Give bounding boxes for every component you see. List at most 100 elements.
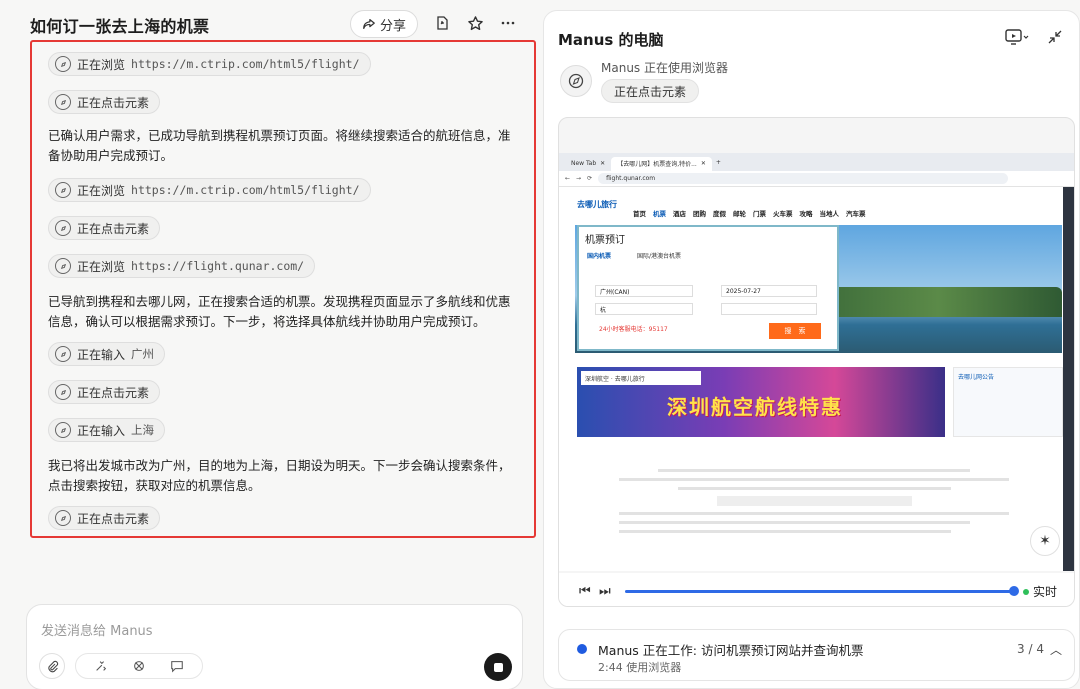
step-arg: https://m.ctrip.com/html5/flight/ [131,57,360,71]
step-arg: 上海 [131,423,155,437]
playback-progress[interactable] [625,590,1015,593]
composer-tools [75,653,203,679]
skip-back-icon[interactable]: ⏮ [579,584,591,599]
playback-handle[interactable] [1009,586,1019,596]
step-browse[interactable]: 正在浏览 https://flight.qunar.com/ [48,254,316,278]
nav-item[interactable]: 邮轮 [733,208,746,218]
assistant-message: 我已将出发城市改为广州，目的地为上海，日期设为明天。下一步会确认搜索条件，点击搜… [48,458,511,493]
stop-button[interactable] [484,653,512,681]
assistant-message: 已导航到携程和去哪儿网，正在搜索合适的机票。发现携程页面显示了多航线和优惠信息，… [48,294,511,329]
hero-image: 机票预订 国内机票 国际/港澳台机票 广州(CAN) 2025-07-27 杭 … [575,225,1062,353]
nav-item[interactable]: 门票 [753,208,766,218]
new-tab-icon[interactable]: + [716,159,721,166]
screen-icon[interactable] [1005,29,1029,45]
sparkle-icon[interactable]: ✶ [1030,526,1060,556]
back-icon[interactable]: ← [565,175,570,182]
search-button[interactable]: 搜 索 [769,323,821,339]
browser-tabbar: New Tab ✕ 【去哪儿网】机票查询,特价... ✕ + [559,153,1074,171]
browser-window: New Tab ✕ 【去哪儿网】机票查询,特价... ✕ + ← → ⟳ fligh… [559,153,1074,571]
close-icon[interactable]: ✕ [701,160,706,167]
status-time: 2:44 使用浏览器 [598,659,681,675]
agent-action: 正在点击元素 [601,79,700,103]
notice-title: 去哪儿网公告 [958,374,995,381]
more-icon[interactable] [498,13,518,33]
compass-icon [55,510,71,526]
step-browse[interactable]: 正在浏览 https://m.ctrip.com/html5/flight/ [48,178,371,202]
nav-item[interactable]: 机票 [653,208,666,218]
message-composer[interactable]: 发送消息给 Manus [26,604,523,689]
browser-tab-active[interactable]: 【去哪儿网】机票查询,特价... ✕ [611,156,712,171]
computer-toolbar [1005,29,1063,45]
agent-avatar [560,65,592,97]
nav-item[interactable]: 当地人 [820,208,840,218]
step-action: 正在浏览 [77,57,126,72]
compass-icon [55,384,71,400]
status-time-label: 使用浏览器 [626,661,682,674]
step-browse[interactable]: 正在浏览 https://m.ctrip.com/html5/flight/ [48,52,371,76]
stop-icon [493,662,503,672]
share-button[interactable]: 分享 [350,10,418,38]
banner-logo: 深圳航空 · 去哪儿旅行 [581,371,701,385]
activity-log: 正在浏览 https://m.ctrip.com/html5/flight/ 正… [30,40,536,538]
site-logo[interactable]: 去哪儿旅行 [577,199,617,210]
promo-banner[interactable]: 深圳航空 · 去哪儿旅行 深圳航空航线特惠 [577,367,945,437]
star-icon[interactable] [465,13,485,33]
to-city-input[interactable]: 杭 [595,303,693,315]
chevron-up-icon[interactable]: ︿ [1050,641,1062,658]
live-indicator[interactable]: 实时 [1023,583,1057,600]
computer-pane: Manus 的电脑 Manus 正在使用浏览器 正在点击元素 New Tab ✕ … [543,10,1080,689]
step-action: 正在输入 [77,347,126,362]
connector-icon[interactable] [94,659,108,673]
step-action: 正在点击元素 [77,221,150,236]
composer-placeholder[interactable]: 发送消息给 Manus [41,620,153,639]
step-type[interactable]: 正在输入 上海 [48,418,166,442]
step-click[interactable]: 正在点击元素 [48,380,161,404]
share-label: 分享 [379,18,406,34]
browser-screenshot: New Tab ✕ 【去哪儿网】机票查询,特价... ✕ + ← → ⟳ fligh… [558,117,1075,607]
chat-bubble-icon[interactable] [170,659,184,673]
compass-icon [55,182,71,198]
chat-title: 如何订一张去上海的机票 [30,17,210,36]
nav-item[interactable]: 汽车票 [846,208,866,218]
return-date-input[interactable] [721,303,817,315]
browser-tab[interactable]: New Tab ✕ [565,157,611,171]
nav-item[interactable]: 首页 [633,208,646,218]
collapse-icon[interactable] [1047,29,1063,45]
reload-icon[interactable]: ⟳ [587,175,592,182]
status-time-value: 2:44 [598,661,623,674]
booking-form: 机票预订 国内机票 国际/港澳台机票 广州(CAN) 2025-07-27 杭 … [577,225,839,351]
step-type[interactable]: 正在输入 广州 [48,342,166,366]
nav-item[interactable]: 火车票 [773,208,793,218]
qunar-page: 去哪儿旅行 首页 机票 酒店 团购 度假 邮轮 门票 火车票 攻略 当地人 汽车… [559,187,1074,571]
step-click[interactable]: 正在点击元素 [48,506,161,530]
integrations-icon[interactable] [132,659,146,673]
date-input[interactable]: 2025-07-27 [721,285,817,297]
url-field[interactable]: flight.qunar.com [598,173,1009,184]
step-click[interactable]: 正在点击元素 [48,216,161,240]
nav-item[interactable]: 团购 [693,208,706,218]
tab-international[interactable]: 国际/港澳台机票 [637,251,681,260]
step-click[interactable]: 正在点击元素 [48,90,161,114]
compass-icon [55,94,71,110]
status-dot [577,644,587,654]
tab-domestic[interactable]: 国内机票 [587,251,611,260]
forward-icon[interactable]: → [576,175,581,182]
computer-title: Manus 的电脑 [558,31,664,49]
step-action: 正在输入 [77,423,126,438]
chat-pane: 如何订一张去上海的机票 分享 正在浏览 https://m.ctrip.com/… [0,0,540,689]
skip-forward-icon[interactable]: ⏭ [599,584,611,599]
hotline: 24小时客服电话：95117 [599,326,668,333]
task-status[interactable]: Manus 正在工作: 访问机票预订网站并查询机票 2:44 使用浏览器 3 /… [558,629,1075,681]
attach-button[interactable] [39,653,65,679]
step-arg: 广州 [131,347,155,361]
nav-item[interactable]: 度假 [713,208,726,218]
nav-item[interactable]: 攻略 [800,208,813,218]
close-icon[interactable]: ✕ [600,160,605,167]
nav-item[interactable]: 酒店 [673,208,686,218]
file-export-icon[interactable] [432,13,452,33]
compass-icon [55,220,71,236]
from-city-input[interactable]: 广州(CAN) [595,285,693,297]
site-sidebar [1063,187,1074,571]
status-count: 3 / 4 [1017,642,1044,656]
step-action: 正在点击元素 [77,95,150,110]
